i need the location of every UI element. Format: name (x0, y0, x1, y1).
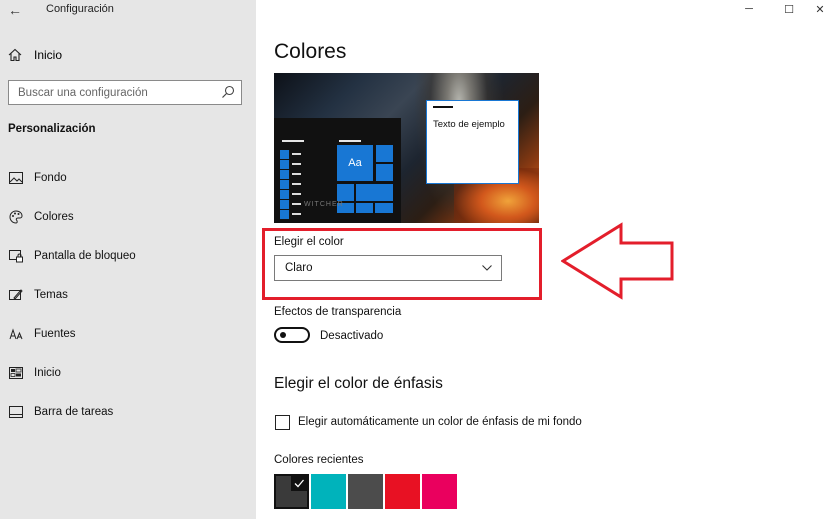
start-line (282, 140, 304, 142)
toggle-knob (280, 332, 286, 338)
back-arrow-icon: ← (8, 2, 22, 18)
preview-tile-aa: Aa (337, 145, 373, 181)
color-mode-select[interactable]: Claro (274, 255, 502, 281)
sidebar-item-pantalla-de-bloqueo[interactable]: Pantalla de bloqueo (8, 246, 248, 266)
sample-window: Texto de ejemplo (426, 100, 519, 184)
accent-section-title: Elegir el color de énfasis (274, 375, 443, 392)
home-icon (8, 48, 22, 62)
chevron-down-icon (482, 265, 492, 271)
color-swatch[interactable] (422, 474, 457, 509)
auto-accent-label: Elegir automáticamente un color de énfas… (298, 416, 582, 428)
transparency-state: Desactivado (320, 330, 384, 342)
sidebar-item-fuentes[interactable]: Fuentes (8, 324, 248, 344)
recent-colors-label: Colores recientes (274, 454, 364, 466)
start-dash (292, 173, 301, 175)
sidebar-item-label: Inicio (34, 367, 61, 379)
sidebar-item-label: Colores (34, 211, 74, 223)
recent-colors (274, 474, 457, 509)
start-dash (292, 153, 301, 155)
sidebar-item-label: Pantalla de bloqueo (34, 250, 136, 262)
start-icon (8, 365, 24, 381)
preview-tile (375, 203, 393, 213)
start-dash (292, 183, 301, 185)
arrow-annotation-icon (561, 222, 674, 300)
search-box[interactable] (8, 80, 242, 105)
wallpaper-watermark: WITCHER (304, 201, 344, 208)
palette-icon (8, 209, 24, 225)
sidebar-item-fondo[interactable]: Fondo (8, 168, 248, 188)
search-input[interactable] (9, 81, 209, 104)
start-square (280, 180, 289, 189)
main-content: Colores Aa Texto de ejemplo WITCHER Eleg… (256, 0, 840, 519)
sidebar-item-inicio[interactable]: Inicio (8, 363, 248, 383)
sidebar-item-colores[interactable]: Colores (8, 207, 248, 227)
sidebar-item-label: Barra de tareas (34, 406, 114, 418)
start-square (280, 150, 289, 159)
home-label: Inicio (34, 48, 63, 62)
transparency-label: Efectos de transparencia (274, 306, 402, 318)
preview-tile (337, 184, 354, 201)
image-icon (8, 170, 24, 186)
sidebar-item-label: Fondo (34, 172, 67, 184)
preview-tile (356, 184, 393, 201)
start-square (280, 160, 289, 169)
app-title: Configuración (46, 3, 114, 15)
back-button[interactable]: ← (8, 1, 26, 19)
sidebar-item-label: Temas (34, 289, 68, 301)
color-swatch[interactable] (385, 474, 420, 509)
auto-accent-checkbox[interactable] (275, 415, 290, 430)
start-dash (292, 203, 301, 205)
sample-text: Texto de ejemplo (433, 119, 505, 130)
sidebar-item-barra-de-tareas[interactable]: Barra de tareas (8, 402, 248, 422)
start-dash (292, 193, 301, 195)
fonts-icon (8, 326, 24, 342)
start-line (339, 140, 361, 142)
taskbar-icon (8, 404, 24, 420)
color-swatch[interactable] (348, 474, 383, 509)
start-dash (292, 213, 301, 215)
lock-screen-icon (8, 248, 24, 264)
color-mode-value: Claro (285, 262, 313, 274)
theme-preview: Aa Texto de ejemplo WITCHER (274, 73, 539, 223)
themes-icon (8, 287, 24, 303)
color-swatch[interactable] (274, 474, 309, 509)
transparency-toggle[interactable] (274, 327, 310, 343)
section-title: Personalización (8, 123, 96, 135)
sample-window-bar (433, 106, 453, 108)
start-square (280, 210, 289, 219)
sidebar-item-label: Fuentes (34, 328, 76, 340)
preview-tile (376, 145, 393, 162)
start-square (280, 170, 289, 179)
start-dash (292, 163, 301, 165)
search-icon[interactable] (221, 85, 235, 99)
sidebar: ← Configuración Inicio Personalización F… (0, 0, 256, 519)
start-square (280, 190, 289, 199)
start-square (280, 200, 289, 209)
sidebar-item-home[interactable]: Inicio (8, 45, 62, 65)
choose-color-label: Elegir el color (274, 236, 344, 248)
color-swatch[interactable] (311, 474, 346, 509)
preview-tile (356, 203, 373, 213)
sidebar-item-temas[interactable]: Temas (8, 285, 248, 305)
check-icon (291, 476, 307, 491)
preview-tile (376, 164, 393, 181)
page-title: Colores (274, 40, 347, 63)
